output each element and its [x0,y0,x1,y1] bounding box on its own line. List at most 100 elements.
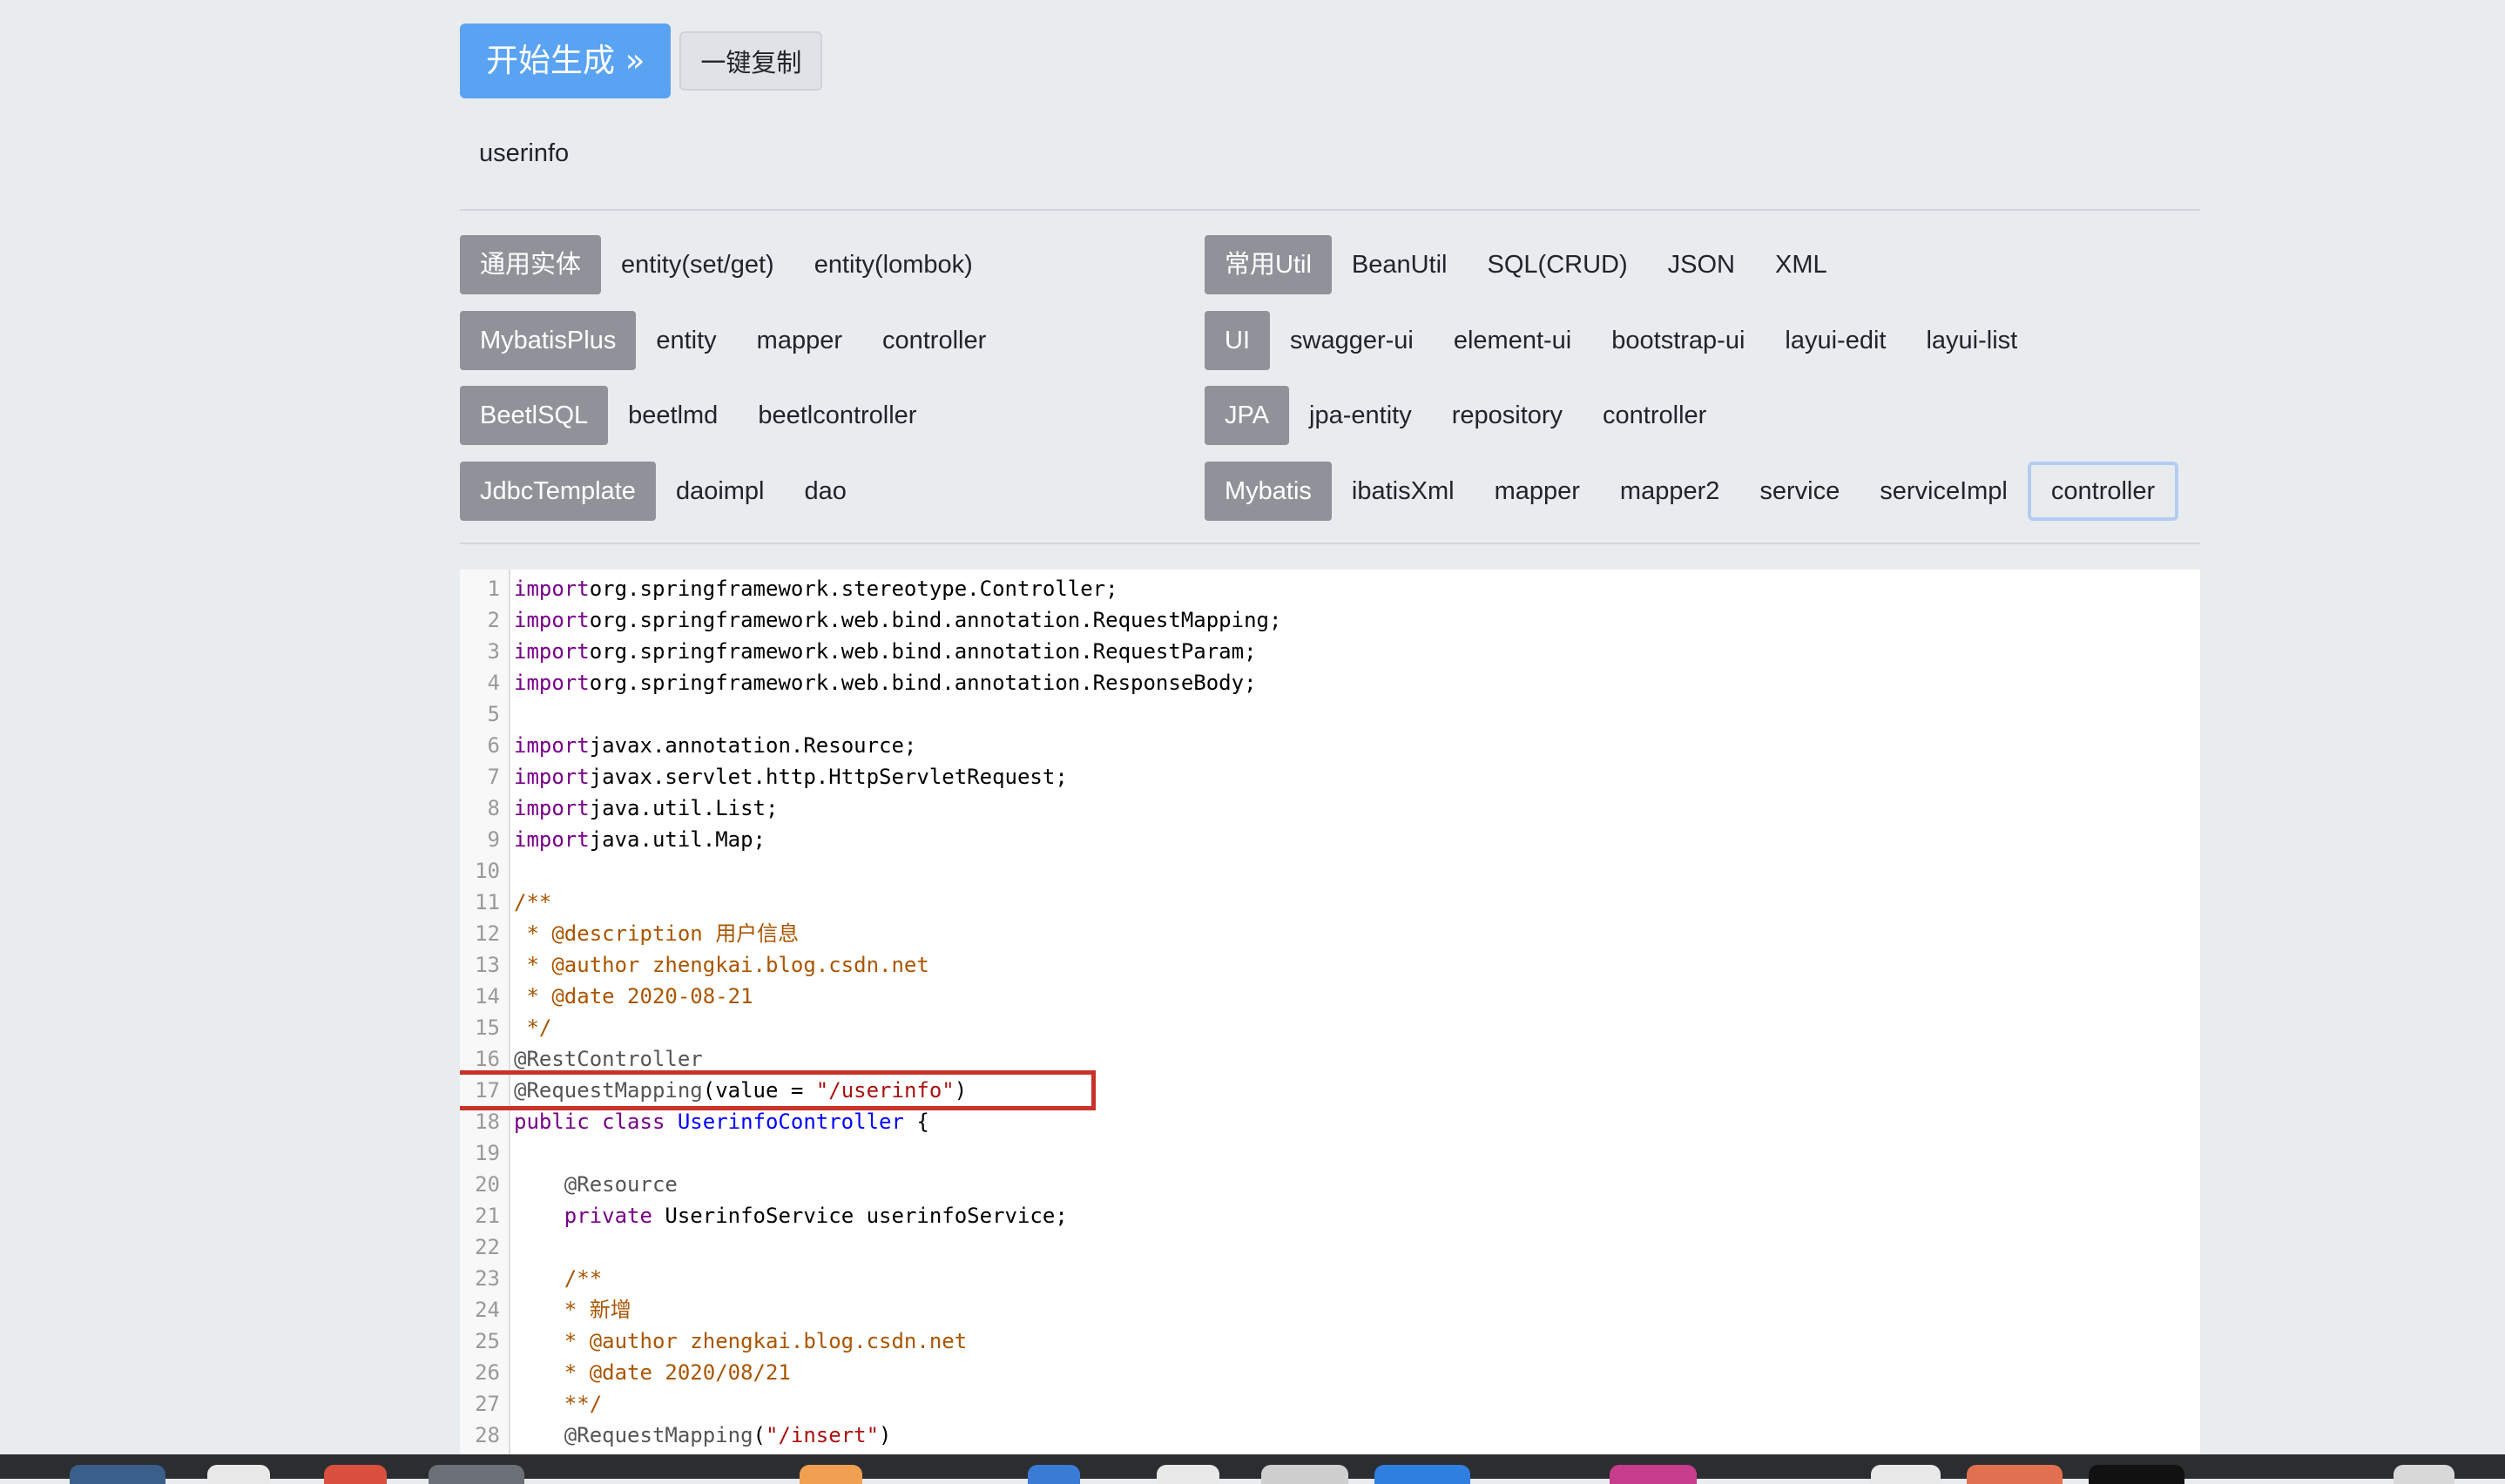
template-option[interactable]: JSON [1648,235,1755,294]
code-line: 4 importorg.springframework.web.bind.anno… [460,667,2200,698]
line-number: 26 [475,1360,500,1385]
template-option[interactable]: service [1739,462,1860,521]
code-text: * 新增 [514,1294,631,1325]
app-icon[interactable] [207,1465,270,1484]
line-number: 7 [487,765,500,789]
template-option[interactable]: controller [2027,462,2179,521]
template-group-row: MybatisPlus entity mapper controller [460,311,1006,370]
template-option[interactable]: repository [1432,386,1583,445]
code-text: */ [514,1012,551,1043]
code-text: importjava.util.Map; [514,824,766,855]
template-group-label: Mybatis [1205,462,1332,521]
line-number: 21 [475,1204,500,1228]
line-number: 14 [475,984,500,1008]
template-option[interactable]: entity [636,311,736,370]
code-token: @RequestMapping [514,1423,753,1447]
template-option[interactable]: bootstrap-ui [1591,311,1765,370]
code-line: 6 importjavax.annotation.Resource; [460,730,2200,761]
app-icon[interactable] [70,1465,165,1484]
code-line: 10 [460,855,2200,887]
code-token: import [514,671,590,695]
code-token: */ [514,1015,552,1040]
template-group-label: JdbcTemplate [460,462,656,521]
template-group-row: 常用Util BeanUtil SQL(CRUD) JSON XML [1205,235,1847,294]
app-icon[interactable] [429,1465,524,1484]
code-line: 2 importorg.springframework.web.bind.anno… [460,604,2200,636]
template-option[interactable]: ibatisXml [1332,462,1475,521]
template-option[interactable]: beetlmd [608,386,738,445]
code-line: 16 @RestController [460,1043,2200,1075]
app-icon[interactable] [800,1465,862,1484]
template-option[interactable]: swagger-ui [1270,311,1434,370]
line-number: 4 [487,671,500,695]
line-number: 17 [475,1078,500,1103]
code-token: javax.annotation.Resource; [589,733,917,758]
app-icon[interactable] [1157,1465,1219,1484]
template-option[interactable]: element-ui [1434,311,1591,370]
template-option[interactable]: layui-edit [1765,311,1906,370]
code-token: @RestController [514,1047,703,1071]
code-line: 24 * 新增 [460,1294,2200,1325]
code-line: 19 [460,1137,2200,1169]
code-token: * @author zhengkai.blog.csdn.net [514,1329,968,1353]
code-token: (value = [702,1078,816,1103]
os-taskbar [0,1454,2505,1484]
app-icon[interactable] [2394,1465,2454,1484]
code-editor[interactable]: 1 importorg.springframework.stereotype.Co… [460,570,2200,1479]
template-option[interactable]: dao [785,462,867,521]
code-token: org.springframework.web.bind.annotation.… [589,639,1257,664]
template-option[interactable]: controller [862,311,1006,370]
line-number: 12 [475,921,500,946]
code-text: importjavax.annotation.Resource; [514,730,916,761]
code-text: importorg.springframework.web.bind.annot… [514,667,1257,698]
template-option[interactable]: serviceImpl [1860,462,2028,521]
template-option[interactable]: layui-list [1906,311,2037,370]
line-number: 18 [475,1110,500,1134]
copy-all-button[interactable]: 一键复制 [679,31,823,91]
code-token: import [514,733,590,758]
code-line: 25 * @author zhengkai.blog.csdn.net [460,1325,2200,1357]
code-token: org.springframework.web.bind.annotation.… [589,671,1257,695]
template-group-label: JPA [1205,386,1290,445]
code-line: 21 private UserinfoService userinfoServi… [460,1200,2200,1231]
code-line: 18 public class UserinfoController { [460,1106,2200,1137]
template-option[interactable]: mapper2 [1600,462,1739,521]
template-group-row: UI swagger-ui element-ui bootstrap-ui layui-… [1205,311,2037,370]
template-option[interactable]: SQL(CRUD) [1468,235,1648,294]
code-text: * @author zhengkai.blog.csdn.net [514,949,928,981]
template-option[interactable]: mapper [737,311,862,370]
code-text: importorg.springframework.stereotype.Con… [514,573,1118,604]
code-token: org.springframework.stereotype.Controlle… [589,577,1118,601]
code-token: * @date 2020-08-21 [514,984,753,1008]
app-icon[interactable] [1871,1465,1941,1484]
code-token: java.util.List; [589,796,779,820]
app-icon[interactable] [1374,1465,1470,1484]
code-text: * @date 2020/08/21 [514,1357,791,1388]
template-option[interactable]: jpa-entity [1289,386,1432,445]
code-text: * @date 2020-08-21 [514,981,753,1012]
app-icon[interactable] [2089,1465,2184,1484]
app-icon[interactable] [1028,1465,1080,1484]
code-token: * 新增 [514,1298,631,1322]
app-icon[interactable] [1261,1465,1348,1484]
line-number: 6 [487,733,500,758]
app-icon[interactable] [1610,1465,1697,1484]
app-icon[interactable] [1967,1465,2063,1484]
template-option[interactable]: mapper [1475,462,1600,521]
code-line: 13 * @author zhengkai.blog.csdn.net [460,949,2200,981]
template-option[interactable]: entity(lombok) [794,235,993,294]
template-group-row: Mybatis ibatisXml mapper mapper2 service serv… [1205,462,2179,521]
template-group-row: JdbcTemplate daoimpl dao [460,462,867,521]
app-icon[interactable] [324,1465,387,1484]
template-option[interactable]: entity(set/get) [601,235,794,294]
template-option[interactable]: BeanUtil [1332,235,1468,294]
template-option[interactable]: XML [1755,235,1847,294]
line-number: 16 [475,1047,500,1071]
generate-button[interactable]: 开始生成 » [460,24,672,98]
template-group-label: 常用Util [1205,235,1332,294]
code-text: /** [514,1263,602,1294]
code-line: 9 importjava.util.Map; [460,824,2200,855]
template-option[interactable]: daoimpl [656,462,785,521]
template-option[interactable]: controller [1583,386,1726,445]
template-option[interactable]: beetlcontroller [738,386,936,445]
